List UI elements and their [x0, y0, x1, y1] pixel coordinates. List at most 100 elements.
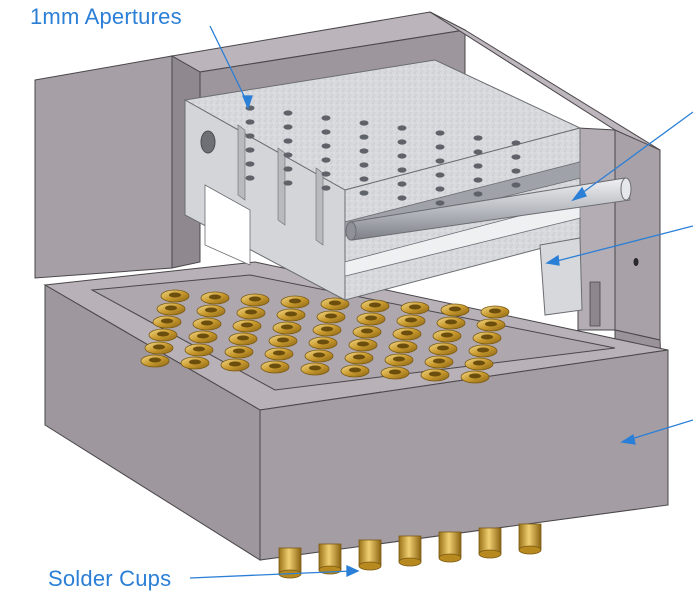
aperture-hole [397, 125, 407, 131]
contact [352, 325, 382, 339]
aperture-hole [397, 167, 407, 173]
aperture-hole [435, 158, 445, 164]
aperture-hole [473, 163, 483, 169]
contact [196, 304, 226, 318]
contact [152, 315, 182, 329]
contact [260, 360, 290, 374]
aperture-hole [359, 162, 369, 168]
aperture-hole [359, 176, 369, 182]
solder-cup [438, 531, 462, 563]
contact [188, 330, 218, 344]
aperture-hole [359, 190, 369, 196]
aperture-hole [511, 168, 521, 174]
aperture-hole [435, 186, 445, 192]
contact [268, 334, 298, 348]
contact [384, 353, 414, 367]
contact [480, 305, 510, 319]
aperture-hole [245, 175, 255, 181]
aperture-hole [321, 157, 331, 163]
contact [340, 364, 370, 378]
assembly-svg [34, 11, 693, 579]
contact [316, 310, 346, 324]
aperture-hole [283, 180, 293, 186]
aperture-hole [321, 185, 331, 191]
aperture-hole [283, 166, 293, 172]
contact [400, 301, 430, 315]
contact [348, 338, 378, 352]
cups-leader-arrow [346, 564, 360, 578]
contact [420, 368, 450, 382]
contact [236, 306, 266, 320]
aperture-hole [435, 172, 445, 178]
contact [148, 328, 178, 342]
aperture-hole [359, 148, 369, 154]
contact [472, 331, 502, 345]
contact [396, 314, 426, 328]
contact [300, 362, 330, 376]
aperture-hole [511, 140, 521, 146]
aperture-hole [473, 177, 483, 183]
solder-cup [398, 535, 422, 567]
aperture-hole [245, 119, 255, 125]
contact [356, 312, 386, 326]
contact [232, 319, 262, 333]
contact [428, 342, 458, 356]
contact [140, 354, 170, 368]
contact [392, 327, 422, 341]
aperture-hole [435, 130, 445, 136]
aperture-hole [397, 139, 407, 145]
contact [144, 341, 174, 355]
aperture-hole [435, 200, 445, 206]
aperture-hole [435, 144, 445, 150]
aperture-hole [511, 154, 521, 160]
aperture-hole [473, 191, 483, 197]
contact [436, 316, 466, 330]
aperture-hole [245, 161, 255, 167]
aperture-hole [473, 149, 483, 155]
contact [468, 344, 498, 358]
contact [476, 318, 506, 332]
aperture-hole [511, 182, 521, 188]
contact [460, 370, 490, 384]
aperture-hole [397, 181, 407, 187]
contact [192, 317, 222, 331]
contact [240, 293, 270, 307]
contact [380, 366, 410, 380]
contact [304, 349, 334, 363]
apertures-callout: 1mm Apertures [30, 4, 182, 29]
aperture-hole [397, 153, 407, 159]
assembly-drawing: 1mm Apertures Solder Cups [0, 0, 693, 591]
contact [424, 355, 454, 369]
aperture-hole [473, 135, 483, 141]
contact [280, 295, 310, 309]
contact [272, 321, 302, 335]
contact [156, 302, 186, 316]
contact [388, 340, 418, 354]
aperture-hole [359, 134, 369, 140]
contact [344, 351, 374, 365]
contact [308, 336, 338, 350]
contact [264, 347, 294, 361]
contact [224, 345, 254, 359]
contact [160, 289, 190, 303]
solder-cup [318, 543, 342, 575]
contact [180, 356, 210, 370]
cups-leader-line [189, 570, 353, 579]
contact [228, 332, 258, 346]
contact [220, 358, 250, 372]
aperture-hole [321, 143, 331, 149]
solder-cup [358, 539, 382, 571]
contact [360, 299, 390, 313]
aperture-hole [283, 138, 293, 144]
contact [200, 291, 230, 305]
contact [432, 329, 462, 343]
solder-cup [518, 523, 542, 555]
contact [464, 357, 494, 371]
aperture-hole [321, 129, 331, 135]
aperture-hole [283, 152, 293, 158]
aperture-hole [245, 147, 255, 153]
aperture-hole [283, 110, 293, 116]
contact [440, 303, 470, 317]
contact [184, 343, 214, 357]
contact [276, 308, 306, 322]
